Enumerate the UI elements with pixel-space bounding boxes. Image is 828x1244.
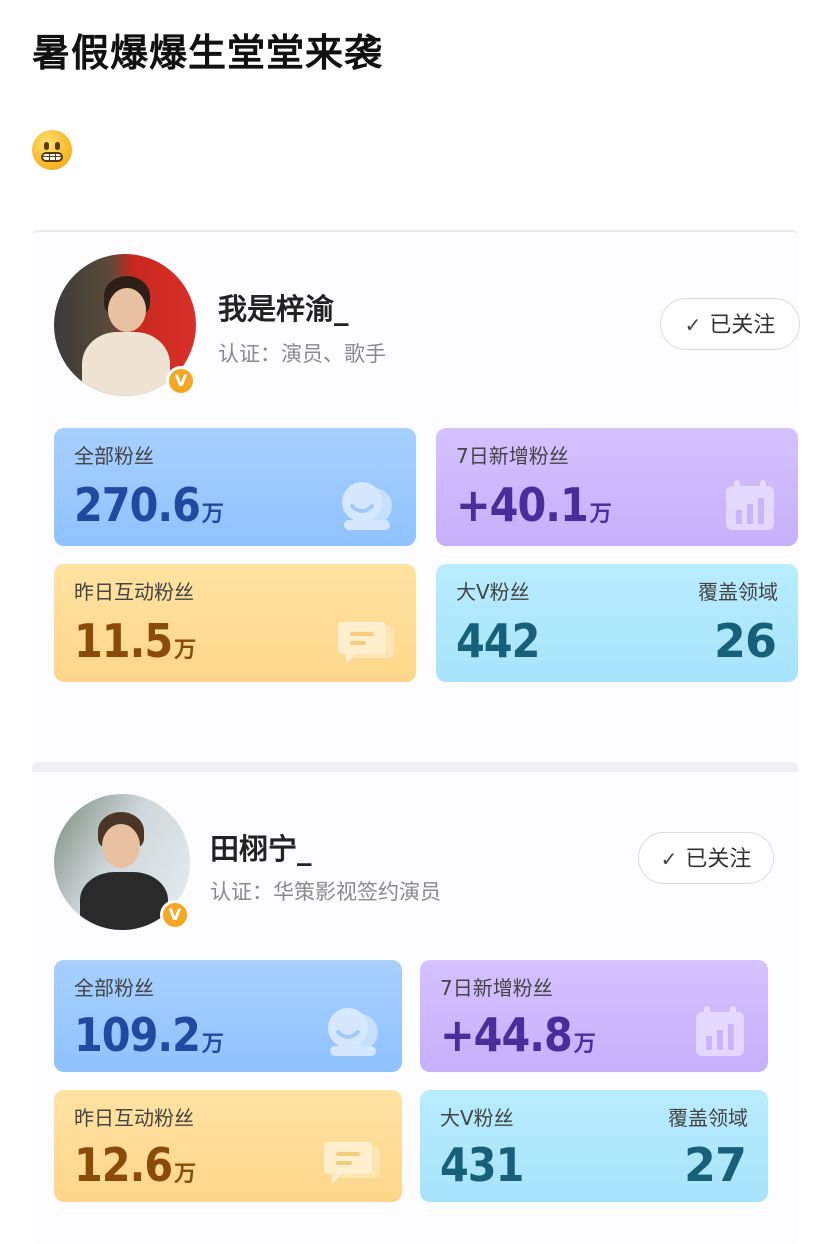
- account-card[interactable]: V 田栩宁_ 认证：华策影视签约演员 ✓ 已关注 全部粉丝 109.2万 7日新增…: [32, 762, 798, 1244]
- bigv-fans-value: 442: [456, 614, 540, 668]
- new-fans-7d-label: 7日新增粉丝: [456, 444, 569, 468]
- coverage-fields-label: 覆盖领域: [698, 580, 778, 604]
- check-icon: ✓: [660, 847, 678, 871]
- post-title: 暑假爆爆生堂堂来袭: [32, 31, 384, 75]
- account-name[interactable]: 我是梓渝_: [218, 286, 349, 328]
- chat-bubble-icon: [338, 622, 394, 664]
- new-fans-7d-label: 7日新增粉丝: [440, 976, 553, 1000]
- interactive-fans-value: 12.6万: [74, 1138, 196, 1192]
- check-icon: ✓: [684, 313, 702, 337]
- interactive-fans-label: 昨日互动粉丝: [74, 580, 194, 604]
- verified-badge-icon: V: [166, 366, 196, 396]
- total-fans-tile[interactable]: 全部粉丝 109.2万: [54, 960, 402, 1072]
- coverage-fields-label: 覆盖领域: [668, 1106, 748, 1130]
- total-fans-tile[interactable]: 全部粉丝 270.6万: [54, 428, 416, 546]
- bigv-fans-tile[interactable]: 大V粉丝 覆盖领域 431 27: [420, 1090, 768, 1202]
- certification-text: 认证：华策影视签约演员: [210, 880, 441, 904]
- interactive-fans-value: 11.5万: [74, 614, 196, 668]
- interactive-fans-tile[interactable]: 昨日互动粉丝 12.6万: [54, 1090, 402, 1202]
- new-fans-7d-value: +44.8万: [440, 1008, 596, 1062]
- total-fans-label: 全部粉丝: [74, 444, 154, 468]
- coverage-fields-value: 27: [683, 1138, 747, 1192]
- new-fans-7d-tile[interactable]: 7日新增粉丝 +44.8万: [420, 960, 768, 1072]
- verified-badge-icon: V: [160, 900, 190, 930]
- following-button[interactable]: ✓ 已关注: [660, 298, 800, 350]
- following-button[interactable]: ✓ 已关注: [638, 832, 774, 884]
- total-fans-label: 全部粉丝: [74, 976, 154, 1000]
- coverage-fields-value: 26: [713, 614, 777, 668]
- fans-icon: [342, 482, 392, 530]
- new-fans-7d-tile[interactable]: 7日新增粉丝 +40.1万: [436, 428, 798, 546]
- calendar-chart-icon: [696, 1006, 744, 1056]
- account-name[interactable]: 田栩宁_: [210, 826, 312, 868]
- calendar-chart-icon: [726, 480, 774, 530]
- bigv-fans-tile[interactable]: 大V粉丝 覆盖领域 442 26: [436, 564, 798, 682]
- grimacing-face-emoji-icon: [32, 130, 72, 170]
- total-fans-value: 109.2万: [74, 1008, 224, 1062]
- certification-text: 认证：演员、歌手: [218, 342, 386, 366]
- interactive-fans-tile[interactable]: 昨日互动粉丝 11.5万: [54, 564, 416, 682]
- new-fans-7d-value: +40.1万: [456, 478, 612, 532]
- chat-bubble-icon: [324, 1142, 380, 1184]
- interactive-fans-label: 昨日互动粉丝: [74, 1106, 194, 1130]
- bigv-fans-value: 431: [440, 1138, 524, 1192]
- total-fans-value: 270.6万: [74, 478, 224, 532]
- fans-icon: [328, 1008, 378, 1056]
- account-card[interactable]: V 我是梓渝_ 认证：演员、歌手 ✓ 已关注 全部粉丝 270.6万 7日新增粉丝…: [32, 230, 800, 762]
